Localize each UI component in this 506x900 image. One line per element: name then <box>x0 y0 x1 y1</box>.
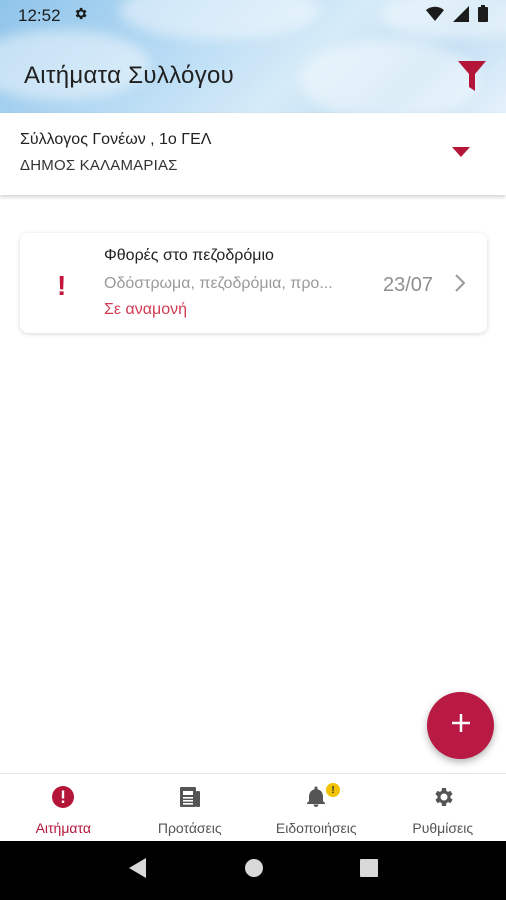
bell-icon <box>304 785 328 814</box>
request-date: 23/07 <box>383 274 434 296</box>
exclamation-icon: ! <box>57 270 67 301</box>
filter-icon <box>458 60 486 96</box>
alert-circle-icon <box>51 785 75 814</box>
request-status: Σε αναμονή <box>104 301 187 318</box>
dropdown-caret-icon <box>452 147 470 157</box>
nav-item-proposals[interactable]: Προτάσεις <box>127 774 254 841</box>
request-title: Φθορές στο πεζοδρόμιο <box>104 247 274 264</box>
bottom-navigation: Αιτήματα Προτάσεις ! Ειδοποιήσεις Ρυθμίσ… <box>0 773 506 841</box>
association-name: Σύλλογος Γονέων , 1ο ΓΕΛ <box>20 131 212 148</box>
filter-button[interactable] <box>454 60 490 96</box>
recents-icon[interactable] <box>360 859 378 882</box>
nav-label: Ρυθμίσεις <box>412 820 474 836</box>
association-selector[interactable]: Σύλλογος Γονέων , 1ο ΓΕΛ ΔΗΜΟΣ ΚΑΛΑΜΑΡΙΑ… <box>0 113 506 195</box>
chevron-right-icon <box>453 273 467 298</box>
plus-icon <box>450 712 472 739</box>
settings-status-icon <box>73 6 88 26</box>
notification-badge: ! <box>326 783 340 797</box>
signal-icon <box>453 5 469 27</box>
request-card[interactable]: ! Φθορές στο πεζοδρόμιο Οδόστρωμα, πεζοδ… <box>20 233 487 333</box>
gear-icon <box>431 785 455 814</box>
request-description: Οδόστρωμα, πεζοδρόμια, προ... <box>104 275 333 292</box>
app-header: 12:52 Αιτήματα Συλλόγου <box>0 0 506 113</box>
status-bar: 12:52 <box>0 0 506 32</box>
nav-item-settings[interactable]: Ρυθμίσεις <box>380 774 506 841</box>
nav-item-requests[interactable]: Αιτήματα <box>0 774 127 841</box>
wifi-icon <box>426 6 444 26</box>
back-icon[interactable] <box>128 857 148 884</box>
add-request-button[interactable] <box>427 692 494 759</box>
status-time: 12:52 <box>18 6 61 25</box>
municipality-name: ΔΗΜΟΣ ΚΑΛΑΜΑΡΙΑΣ <box>20 157 178 174</box>
nav-label: Αιτήματα <box>35 820 91 836</box>
page-title: Αιτήματα Συλλόγου <box>24 62 235 89</box>
nav-item-notifications[interactable]: ! Ειδοποιήσεις <box>253 774 380 841</box>
nav-label: Ειδοποιήσεις <box>275 820 357 836</box>
nav-label: Προτάσεις <box>157 820 222 836</box>
newspaper-icon <box>178 785 202 814</box>
system-navigation-bar <box>0 841 506 900</box>
battery-icon <box>478 5 488 27</box>
home-icon[interactable] <box>244 858 264 883</box>
